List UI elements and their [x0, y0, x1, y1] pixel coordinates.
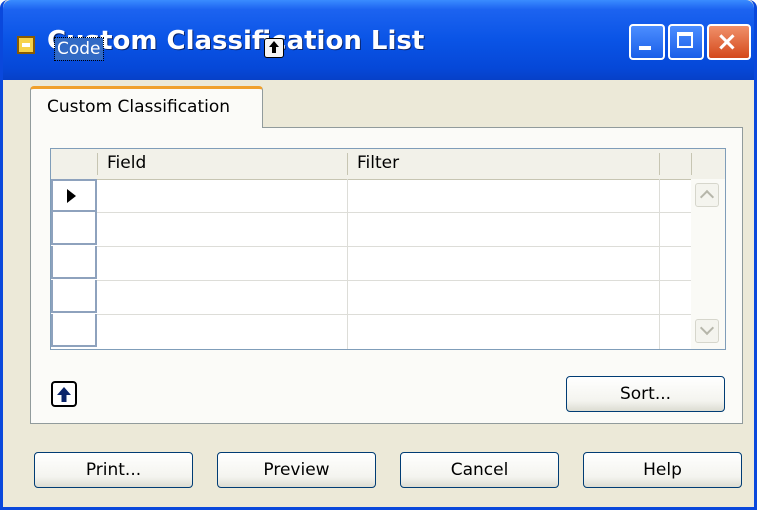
- row-selector[interactable]: [51, 280, 97, 313]
- classification-grid: Field Filter: [50, 148, 726, 350]
- cancel-button[interactable]: Cancel: [400, 452, 559, 488]
- tab-custom-classification[interactable]: Custom Classification: [30, 86, 263, 128]
- row-divider: [97, 212, 691, 213]
- chevron-up-icon: [699, 189, 715, 205]
- tab-label: Custom Classification: [47, 97, 231, 117]
- header-divider: [347, 153, 348, 175]
- header-divider: [97, 153, 98, 175]
- minimize-button[interactable]: [629, 24, 665, 60]
- row-selector[interactable]: [51, 246, 97, 279]
- row-selector[interactable]: [51, 212, 97, 245]
- row-divider: [97, 314, 691, 315]
- chevron-down-icon: [699, 320, 715, 336]
- row-selector[interactable]: [51, 179, 97, 212]
- column-divider: [659, 179, 660, 349]
- close-icon: ×: [716, 27, 738, 57]
- window-title: Custom Classification List: [47, 26, 425, 56]
- field-lookup-button[interactable]: [264, 38, 284, 58]
- close-button[interactable]: ×: [707, 24, 751, 60]
- title-bar[interactable]: Custom Classification List ×: [3, 0, 754, 80]
- grid-header: Field Filter: [51, 149, 725, 180]
- app-icon[interactable]: [17, 36, 35, 54]
- field-cell-value[interactable]: Code: [54, 37, 104, 61]
- up-arrow-icon: [57, 387, 71, 395]
- header-divider: [659, 153, 660, 175]
- maximize-icon: [677, 32, 693, 48]
- preview-button[interactable]: Preview: [217, 452, 376, 488]
- help-button[interactable]: Help: [583, 452, 742, 488]
- vertical-scrollbar[interactable]: [691, 179, 725, 349]
- maximize-button[interactable]: [668, 24, 704, 60]
- column-divider: [347, 179, 348, 349]
- scroll-up-button[interactable]: [695, 183, 719, 207]
- scroll-down-button[interactable]: [695, 319, 719, 343]
- header-divider: [691, 153, 692, 175]
- column-header-field[interactable]: Field: [107, 153, 146, 173]
- current-row-arrow-icon: [67, 189, 76, 203]
- sort-direction-button[interactable]: [51, 381, 77, 407]
- sort-button[interactable]: Sort...: [566, 376, 725, 412]
- print-button[interactable]: Print...: [34, 452, 193, 488]
- row-selector[interactable]: [51, 314, 97, 347]
- column-header-filter[interactable]: Filter: [357, 153, 399, 173]
- minimize-icon: [639, 46, 651, 50]
- row-divider: [97, 280, 691, 281]
- row-divider: [97, 246, 691, 247]
